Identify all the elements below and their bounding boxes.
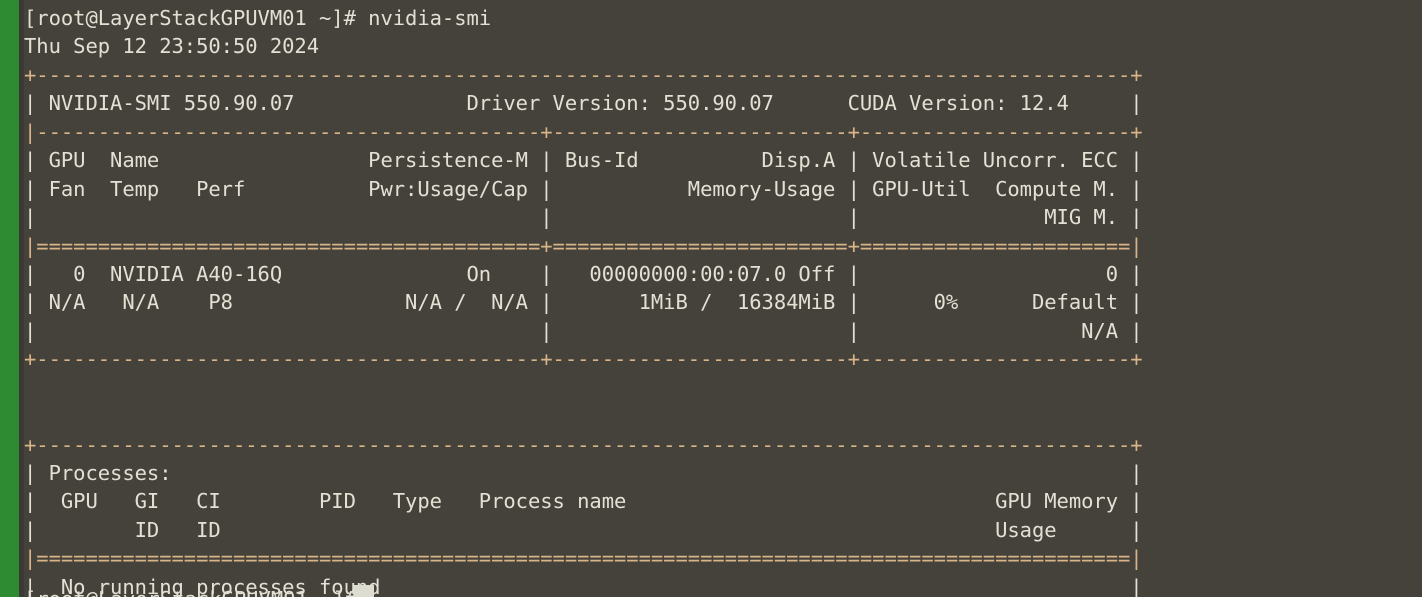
terminal-line-rule-double-2: |=======================================… — [24, 546, 1143, 571]
terminal-line-blank-1 — [24, 374, 1422, 402]
text-cursor[interactable] — [354, 585, 374, 597]
terminal-window[interactable]: [root@LayerStackGPUVM01 ~]# nvidia-smi T… — [0, 0, 1422, 597]
terminal-line-processes-title: | Processes: | — [24, 461, 1143, 485]
terminal-line-gpu0-row-3: | | | N/A | — [24, 318, 1143, 343]
terminal-line-proc-headers-1: | GPU GI CI PID Type Process name GPU Me… — [24, 489, 1143, 514]
terminal-line-gpu0-row-2: | N/A N/A P8 N/A / N/A | 1MiB / 16384MiB… — [24, 290, 1143, 315]
terminal-line-rule-top: +---------------------------------------… — [24, 62, 1143, 87]
terminal-line-rule-double-1: |=======================================… — [24, 233, 1143, 258]
terminal-line-rule-header: |---------------------------------------… — [24, 119, 1143, 144]
terminal-line-blank-2 — [24, 402, 1422, 430]
terminal-line-col-headers-3: | | | MIG M. | — [24, 205, 1143, 230]
terminal-line-timestamp: Thu Sep 12 23:50:50 2024 — [24, 34, 320, 59]
terminal-line-proc-headers-2: | ID ID Usage | — [24, 517, 1143, 542]
terminal-line-smi-versions: | NVIDIA-SMI 550.90.07 Driver Version: 5… — [24, 91, 1143, 116]
terminal-next-prompt: [root@LayerStackGPUVM01 ~]# — [24, 585, 1204, 597]
terminal-line-gpu0-row-1: | 0 NVIDIA A40-16Q On | 00000000:00:07.0… — [24, 261, 1143, 286]
terminal-line-col-headers-1: | GPU Name Persistence-M | Bus-Id Disp.A… — [24, 148, 1143, 173]
terminal-line-rule-gpu-bottom: +---------------------------------------… — [24, 347, 1143, 372]
terminal-line-col-headers-2: | Fan Temp Perf Pwr:Usage/Cap | Memory-U… — [24, 176, 1143, 201]
terminal-line-prompt-command: [root@LayerStackGPUVM01 ~]# nvidia-smi — [24, 6, 492, 30]
terminal-screen[interactable]: [root@LayerStackGPUVM01 ~]# nvidia-smi T… — [24, 0, 1422, 597]
terminal-line-rule-proc-top: +---------------------------------------… — [24, 432, 1143, 457]
scroll-position-indicator[interactable] — [0, 0, 19, 597]
